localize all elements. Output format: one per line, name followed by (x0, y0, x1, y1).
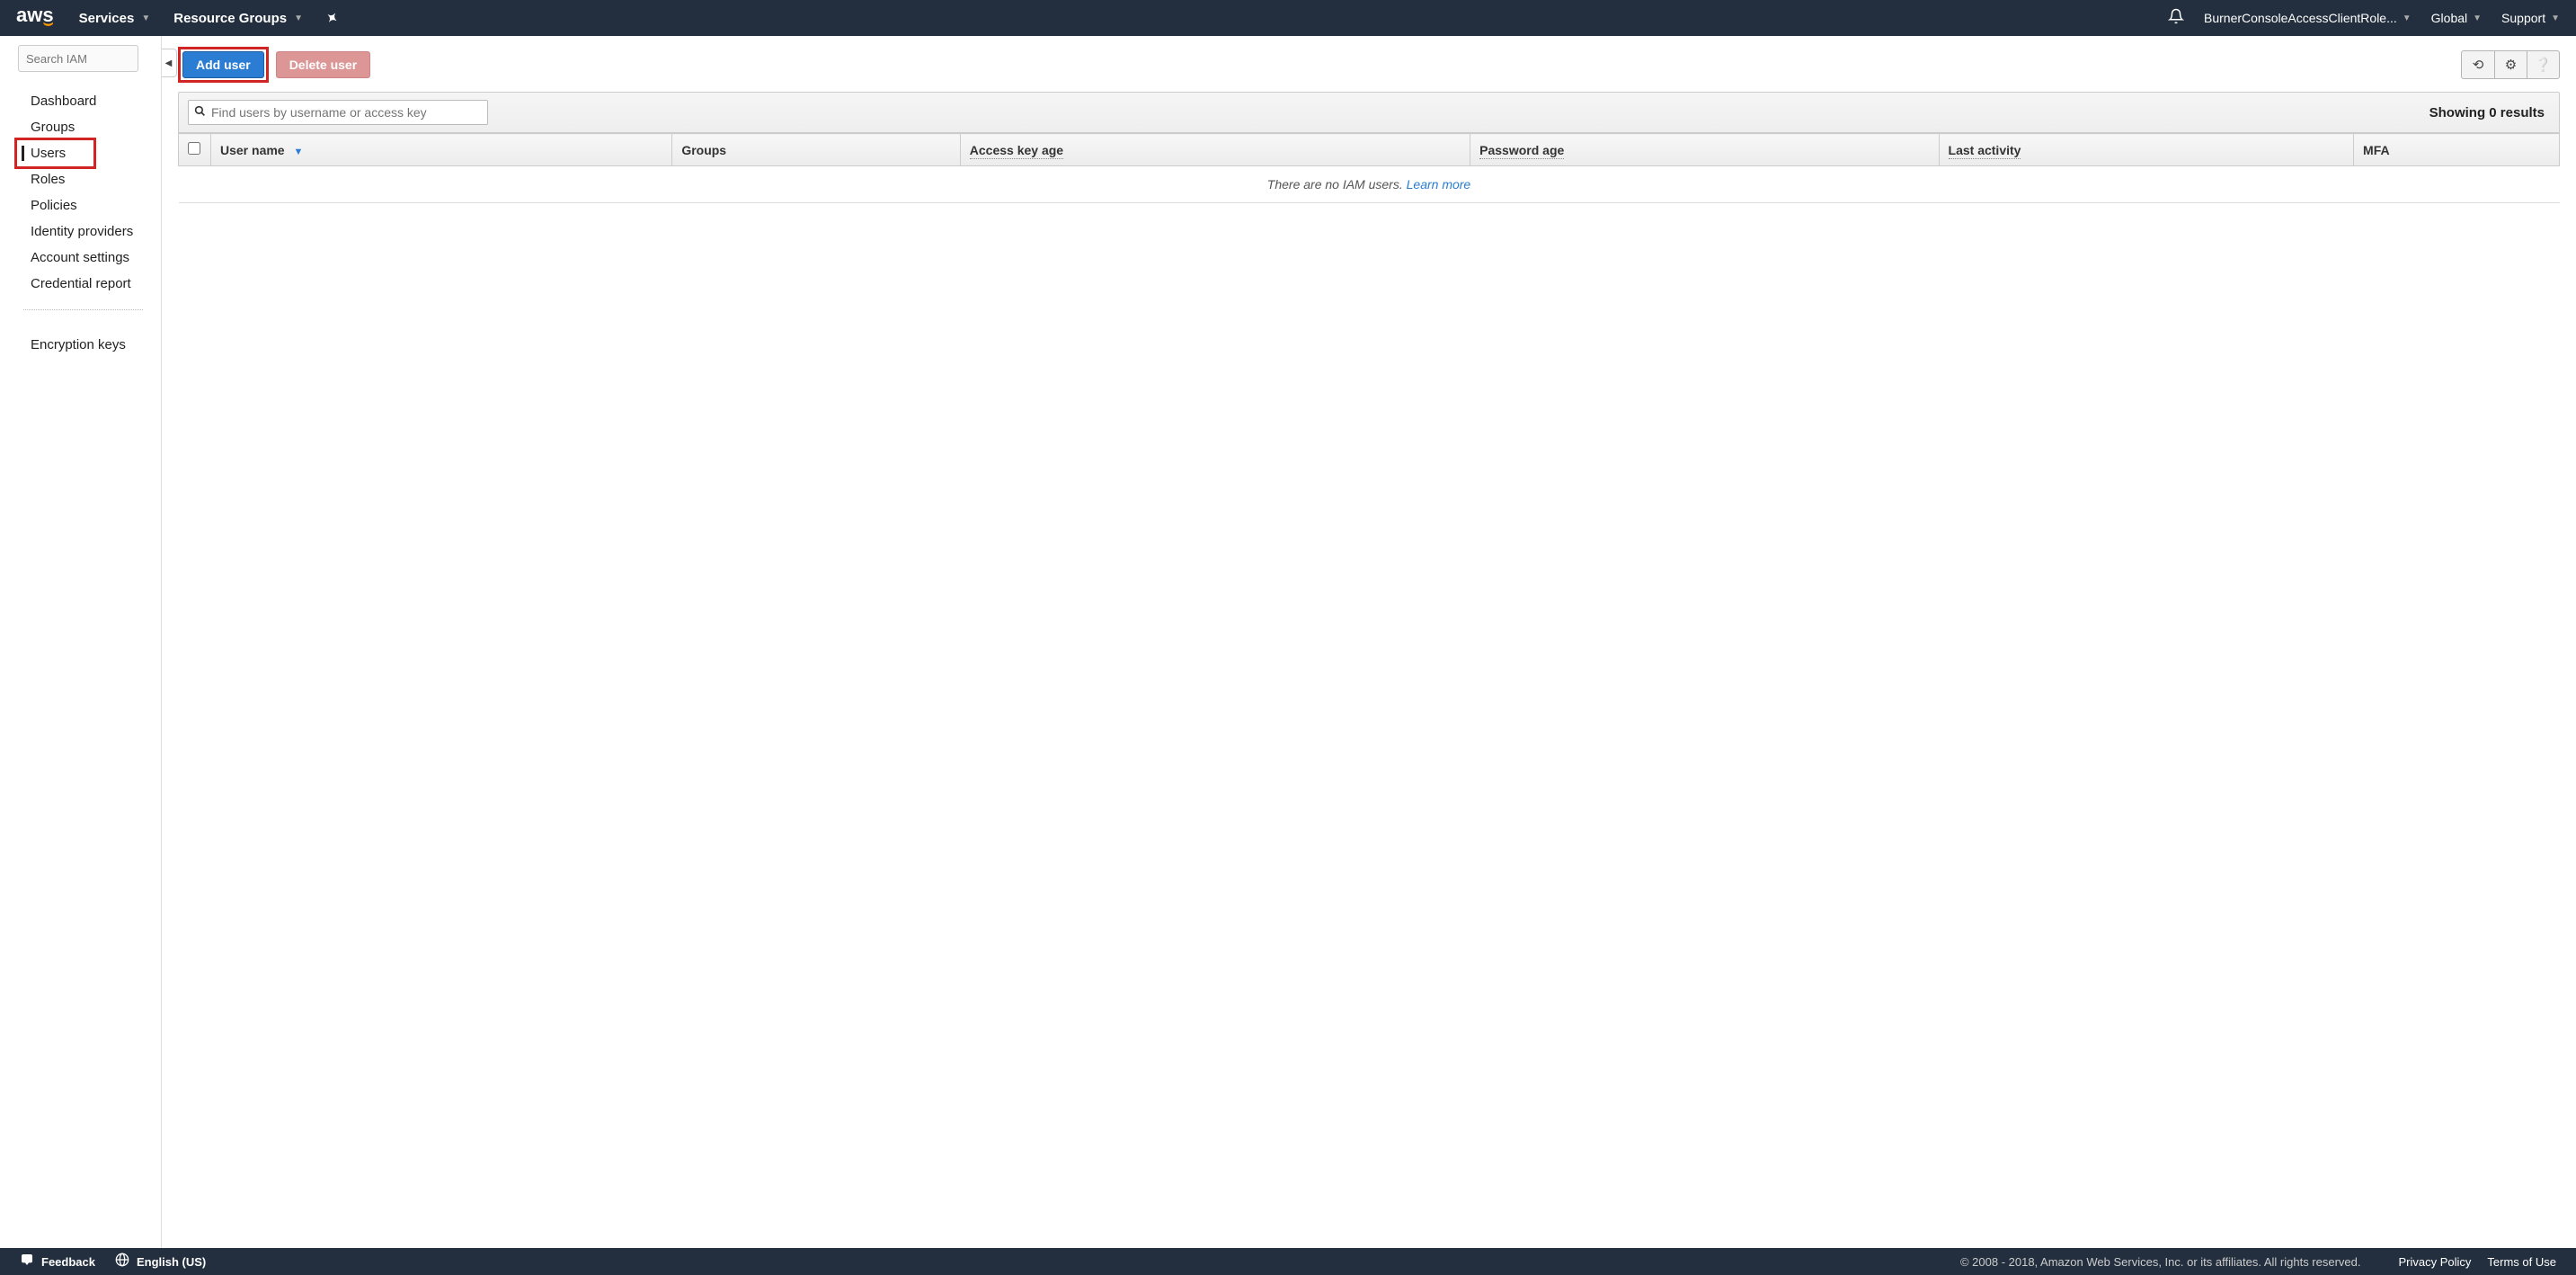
toolbar-icon-group: ⟲ ⚙ ❔ (2461, 50, 2560, 79)
aws-smile-icon: ⌣ (16, 22, 54, 27)
sidebar-item-dashboard[interactable]: Dashboard (0, 88, 161, 114)
language-label: English (US) (137, 1255, 206, 1269)
footer: Feedback English (US) © 2008 - 2018, Ama… (0, 1248, 2576, 1275)
resource-groups-label: Resource Groups (173, 11, 287, 26)
column-access-key-age[interactable]: Access key age (960, 134, 1470, 166)
account-role-menu[interactable]: BurnerConsoleAccessClientRole... ▼ (2204, 11, 2412, 25)
settings-button[interactable]: ⚙ (2494, 51, 2527, 78)
delete-user-button[interactable]: Delete user (276, 51, 370, 78)
search-icon (194, 105, 206, 120)
sidebar-divider (23, 309, 143, 310)
column-label: User name (220, 143, 285, 157)
region-menu[interactable]: Global ▼ (2431, 11, 2482, 25)
column-password-age[interactable]: Password age (1470, 134, 1939, 166)
services-menu[interactable]: Services ▼ (79, 11, 151, 26)
select-all-checkbox[interactable] (188, 142, 200, 155)
learn-more-link[interactable]: Learn more (1407, 177, 1471, 192)
chevron-down-icon: ▼ (141, 13, 150, 23)
resource-groups-menu[interactable]: Resource Groups ▼ (173, 11, 303, 26)
sidebar-item-groups[interactable]: Groups (0, 114, 161, 140)
sidebar-item-users[interactable]: Users (0, 140, 161, 166)
sidebar-item-policies[interactable]: Policies (0, 192, 161, 218)
sidebar-item-label: Groups (31, 120, 75, 135)
pin-icon: ✦ (323, 8, 342, 28)
chat-icon (20, 1253, 34, 1271)
help-icon: ❔ (2535, 57, 2552, 73)
column-label: Password age (1479, 143, 1564, 159)
sidebar: Dashboard Groups Users Roles Policies Id… (0, 36, 162, 1248)
empty-state-row: There are no IAM users. Learn more (179, 166, 2560, 203)
services-label: Services (79, 11, 135, 26)
sidebar-item-label: Account settings (31, 250, 129, 265)
filter-bar: Showing 0 results (178, 92, 2560, 133)
sidebar-item-credential-report[interactable]: Credential report (0, 271, 161, 297)
chevron-down-icon: ▼ (294, 13, 303, 23)
collapse-sidebar-button[interactable]: ◀ (162, 49, 177, 77)
refresh-icon: ⟲ (2473, 57, 2484, 73)
sidebar-item-identity-providers[interactable]: Identity providers (0, 218, 161, 245)
account-role-label: BurnerConsoleAccessClientRole... (2204, 11, 2397, 25)
chevron-down-icon: ▼ (2551, 13, 2560, 23)
sidebar-item-label: Roles (31, 172, 65, 187)
main-content: ◀ Add user Delete user ⟲ ⚙ ❔ Showing 0 r (162, 36, 2576, 1248)
select-all-header (179, 134, 211, 166)
action-toolbar: Add user Delete user ⟲ ⚙ ❔ (178, 36, 2560, 92)
gear-icon: ⚙ (2505, 57, 2517, 73)
users-table: User name ▼ Groups Access key age Passwo… (178, 133, 2560, 203)
feedback-link[interactable]: Feedback (20, 1253, 95, 1271)
results-count: Showing 0 results (2429, 105, 2550, 120)
pin-shortcut[interactable]: ✦ (326, 10, 338, 26)
empty-state-text: There are no IAM users. (1267, 177, 1407, 192)
column-label: Access key age (970, 143, 1063, 159)
users-search-input[interactable] (211, 105, 482, 120)
sidebar-item-encryption-keys[interactable]: Encryption keys (0, 332, 161, 358)
column-user-name[interactable]: User name ▼ (211, 134, 672, 166)
sidebar-item-label: Dashboard (31, 94, 96, 109)
sidebar-item-roles[interactable]: Roles (0, 166, 161, 192)
column-label: MFA (2363, 143, 2390, 157)
support-menu[interactable]: Support ▼ (2501, 11, 2560, 25)
chevron-down-icon: ▼ (2403, 13, 2412, 23)
chevron-left-icon: ◀ (165, 58, 173, 68)
column-label: Groups (681, 143, 726, 157)
sidebar-item-account-settings[interactable]: Account settings (0, 245, 161, 271)
add-user-button[interactable]: Add user (182, 51, 264, 78)
column-mfa[interactable]: MFA (2354, 134, 2560, 166)
users-search-wrapper (188, 100, 488, 125)
sort-down-icon: ▼ (293, 147, 303, 157)
language-selector[interactable]: English (US) (115, 1253, 206, 1271)
globe-icon (115, 1253, 129, 1271)
support-label: Support (2501, 11, 2545, 25)
sidebar-item-label: Credential report (31, 276, 131, 291)
feedback-label: Feedback (41, 1255, 95, 1269)
copyright-text: © 2008 - 2018, Amazon Web Services, Inc.… (1960, 1255, 2361, 1269)
privacy-policy-link[interactable]: Privacy Policy (2399, 1255, 2472, 1269)
sidebar-item-label: Policies (31, 198, 77, 213)
column-label: Last activity (1949, 143, 2021, 159)
sidebar-item-label: Identity providers (31, 224, 133, 239)
bell-icon (2168, 8, 2184, 29)
highlight-annotation: Add user (178, 47, 269, 83)
help-button[interactable]: ❔ (2527, 51, 2559, 78)
column-last-activity[interactable]: Last activity (1939, 134, 2354, 166)
sidebar-item-label: Encryption keys (31, 337, 126, 352)
notifications-button[interactable] (2168, 8, 2184, 29)
sidebar-item-label: Users (31, 146, 66, 161)
aws-logo[interactable]: aws ⌣ (16, 9, 54, 26)
sidebar-search-input[interactable] (18, 45, 138, 72)
terms-of-use-link[interactable]: Terms of Use (2487, 1255, 2556, 1269)
refresh-button[interactable]: ⟲ (2462, 51, 2494, 78)
region-label: Global (2431, 11, 2467, 25)
column-groups[interactable]: Groups (672, 134, 960, 166)
chevron-down-icon: ▼ (2473, 13, 2482, 23)
top-nav: aws ⌣ Services ▼ Resource Groups ▼ ✦ Bur… (0, 0, 2576, 36)
